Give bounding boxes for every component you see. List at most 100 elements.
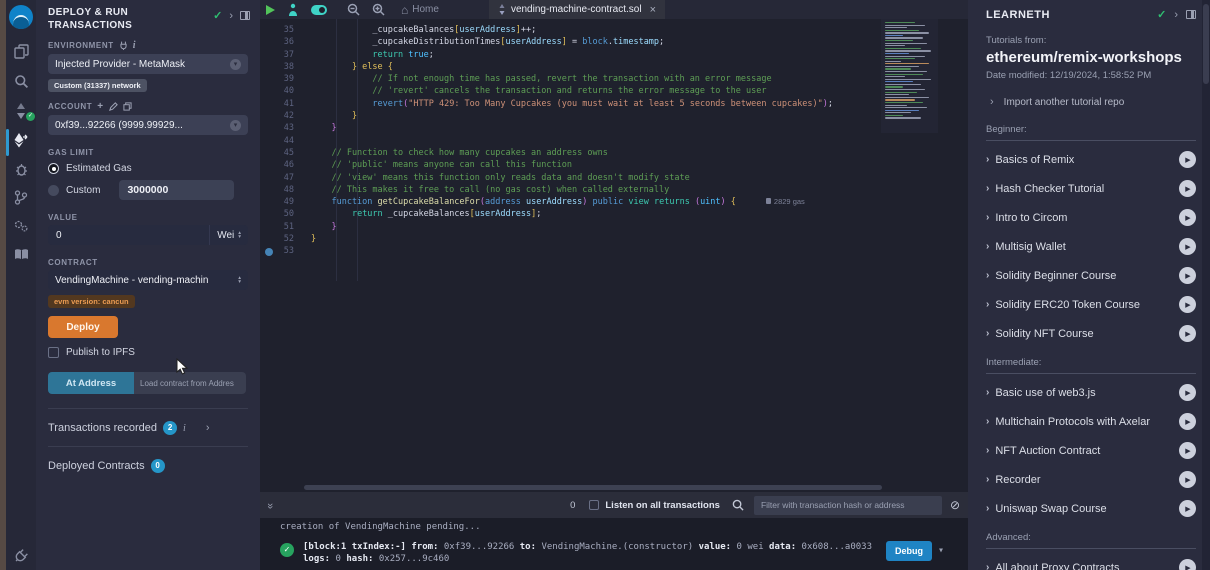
play-tutorial-icon[interactable]: ▶ bbox=[1179, 413, 1196, 430]
tutorial-item[interactable]: ›Solidity NFT Course▶ bbox=[986, 319, 1196, 348]
learneth-collapse-icon[interactable]: › bbox=[1174, 9, 1178, 21]
at-address-input[interactable] bbox=[134, 372, 246, 394]
tutorial-item[interactable]: ›Intro to Circom▶ bbox=[986, 203, 1196, 232]
play-tutorial-icon[interactable]: ▶ bbox=[1179, 180, 1196, 197]
code-line[interactable]: 51 } bbox=[260, 221, 968, 233]
terminal-filter-input[interactable] bbox=[754, 496, 942, 515]
tutorial-item[interactable]: ›Solidity ERC20 Token Course▶ bbox=[986, 290, 1196, 319]
zoom-out-icon[interactable] bbox=[341, 0, 366, 19]
code-line[interactable]: 44 bbox=[260, 135, 968, 147]
learneth-layout-icon[interactable] bbox=[1186, 10, 1196, 19]
at-address-button[interactable]: At Address bbox=[48, 372, 134, 394]
code-line[interactable]: 46 // 'public' means anyone can call thi… bbox=[260, 159, 968, 171]
tutorial-item[interactable]: ›Solidity Beginner Course▶ bbox=[986, 261, 1196, 290]
play-tutorial-icon[interactable]: ▶ bbox=[1179, 384, 1196, 401]
minimap[interactable] bbox=[881, 19, 938, 133]
transactions-info-icon[interactable]: i bbox=[183, 423, 186, 434]
publish-ipfs-checkbox[interactable] bbox=[48, 347, 59, 358]
play-tutorial-icon[interactable]: ▶ bbox=[1179, 325, 1196, 342]
code-editor[interactable]: 35 _cupcakeBalances[userAddress]++;36 _c… bbox=[260, 19, 968, 492]
transaction-log-row[interactable]: ✓ [block:1 txIndex:-] from: 0xf39...9226… bbox=[280, 541, 968, 565]
code-line[interactable]: 49 function getCupcakeBalanceFor(address… bbox=[260, 196, 968, 208]
close-tab-icon[interactable]: × bbox=[650, 4, 656, 16]
code-line[interactable]: 37 return true; bbox=[260, 49, 968, 61]
code-line[interactable]: 39 // If not enough time has passed, rev… bbox=[260, 73, 968, 85]
breakpoint-dot[interactable] bbox=[265, 248, 273, 256]
tutorial-item[interactable]: ›Basics of Remix▶ bbox=[986, 145, 1196, 174]
code-line[interactable]: 36 _cupcakeDistributionTimes[userAddress… bbox=[260, 36, 968, 48]
debugger-icon[interactable] bbox=[6, 162, 36, 177]
copy-icon[interactable] bbox=[123, 102, 132, 111]
code-line[interactable]: 53 bbox=[260, 245, 968, 257]
panel-collapse-icon[interactable]: › bbox=[229, 10, 233, 22]
code-line[interactable]: 38 } else { bbox=[260, 61, 968, 73]
unit-stepper-icon[interactable]: ▴▾ bbox=[238, 231, 241, 239]
panel-layout-icon[interactable] bbox=[240, 11, 250, 20]
value-unit-select[interactable]: Wei ▴▾ bbox=[209, 225, 248, 245]
code-line[interactable]: 35 _cupcakeBalances[userAddress]++; bbox=[260, 24, 968, 36]
tutorial-item[interactable]: ›Hash Checker Tutorial▶ bbox=[986, 174, 1196, 203]
clear-terminal-icon[interactable]: ⊘ bbox=[950, 498, 960, 512]
account-select[interactable]: 0xf39...92266 (9999.99929... ▾ bbox=[48, 115, 248, 135]
code-line[interactable]: 50 return _cupcakeBalances[userAddress]; bbox=[260, 208, 968, 220]
play-tutorial-icon[interactable]: ▶ bbox=[1179, 151, 1196, 168]
plug-icon[interactable] bbox=[119, 41, 128, 50]
import-repo-row[interactable]: › Import another tutorial repo bbox=[986, 96, 1192, 108]
code-line[interactable]: 48 // This makes it free to call (no gas… bbox=[260, 184, 968, 196]
remix-logo-icon[interactable] bbox=[6, 5, 36, 29]
toggle-icon[interactable] bbox=[305, 0, 333, 19]
custom-gas-input[interactable] bbox=[119, 180, 234, 200]
code-line[interactable]: 40 // 'revert' cancels the transaction a… bbox=[260, 85, 968, 97]
deploy-run-icon[interactable] bbox=[6, 132, 36, 148]
tab-active-file[interactable]: vending-machine-contract.sol × bbox=[489, 0, 665, 19]
play-tutorial-icon[interactable]: ▶ bbox=[1179, 238, 1196, 255]
search-icon[interactable] bbox=[6, 74, 36, 89]
learneth-book-icon[interactable] bbox=[6, 248, 36, 261]
debug-button[interactable]: Debug bbox=[886, 541, 932, 561]
environment-info-icon[interactable]: i bbox=[133, 40, 136, 51]
play-tutorial-icon[interactable]: ▶ bbox=[1179, 442, 1196, 459]
git-icon[interactable] bbox=[6, 190, 36, 205]
play-tutorial-icon[interactable]: ▶ bbox=[1179, 296, 1196, 313]
solidity-compiler-icon[interactable]: ✓ bbox=[6, 103, 36, 119]
code-line[interactable]: 41 revert("HTTP 429: Too Many Cupcakes (… bbox=[260, 98, 968, 110]
custom-gas-radio[interactable] bbox=[48, 185, 59, 196]
learneth-scrollbar[interactable] bbox=[1202, 0, 1210, 570]
listen-checkbox[interactable] bbox=[589, 500, 599, 510]
horizontal-scrollbar[interactable] bbox=[304, 485, 882, 490]
tutorial-item[interactable]: ›NFT Auction Contract▶ bbox=[986, 436, 1196, 465]
transactions-expand-icon[interactable]: › bbox=[206, 422, 210, 434]
tutorial-item[interactable]: ›Uniswap Swap Course▶ bbox=[986, 494, 1196, 523]
expand-log-icon[interactable]: ▾ bbox=[938, 545, 944, 556]
value-input[interactable] bbox=[48, 230, 209, 241]
add-account-icon[interactable]: + bbox=[97, 101, 103, 112]
transactions-recorded-row[interactable]: Transactions recorded 2 i › bbox=[48, 408, 248, 446]
pencil-icon[interactable] bbox=[109, 102, 118, 111]
contract-select[interactable]: VendingMachine - vending-machin ▴▾ bbox=[48, 270, 248, 290]
deploy-button[interactable]: Deploy bbox=[48, 316, 118, 338]
tutorial-item[interactable]: ›All about Proxy Contracts▶ bbox=[986, 553, 1196, 570]
code-line[interactable]: 52} bbox=[260, 233, 968, 245]
play-tutorial-icon[interactable]: ▶ bbox=[1179, 500, 1196, 517]
plugin-manager-icon[interactable] bbox=[6, 549, 36, 563]
environment-select[interactable]: Injected Provider - MetaMask ▾ bbox=[48, 54, 248, 74]
deployed-contracts-row[interactable]: Deployed Contracts 0 bbox=[48, 446, 248, 484]
terminal-collapse-icon[interactable]: » bbox=[264, 503, 276, 507]
code-line[interactable]: 47 // 'view' means this function only re… bbox=[260, 172, 968, 184]
estimated-gas-radio[interactable] bbox=[48, 163, 59, 174]
walkthrough-icon[interactable] bbox=[281, 0, 305, 19]
code-line[interactable]: 45 // Function to check how many cupcake… bbox=[260, 147, 968, 159]
play-tutorial-icon[interactable]: ▶ bbox=[1179, 267, 1196, 284]
tutorial-item[interactable]: ›Multichain Protocols with Axelar▶ bbox=[986, 407, 1196, 436]
tutorial-item[interactable]: ›Basic use of web3.js▶ bbox=[986, 378, 1196, 407]
file-explorer-icon[interactable] bbox=[6, 44, 36, 59]
play-tutorial-icon[interactable]: ▶ bbox=[1179, 471, 1196, 488]
plugins-settings-icon[interactable] bbox=[6, 219, 36, 233]
tutorial-item[interactable]: ›Multisig Wallet▶ bbox=[986, 232, 1196, 261]
tutorial-item[interactable]: ›Recorder▶ bbox=[986, 465, 1196, 494]
play-tutorial-icon[interactable]: ▶ bbox=[1179, 209, 1196, 226]
run-script-icon[interactable] bbox=[260, 0, 281, 19]
tab-home[interactable]: ⌂ Home bbox=[391, 0, 449, 19]
play-tutorial-icon[interactable]: ▶ bbox=[1179, 559, 1196, 570]
zoom-in-icon[interactable] bbox=[366, 0, 391, 19]
